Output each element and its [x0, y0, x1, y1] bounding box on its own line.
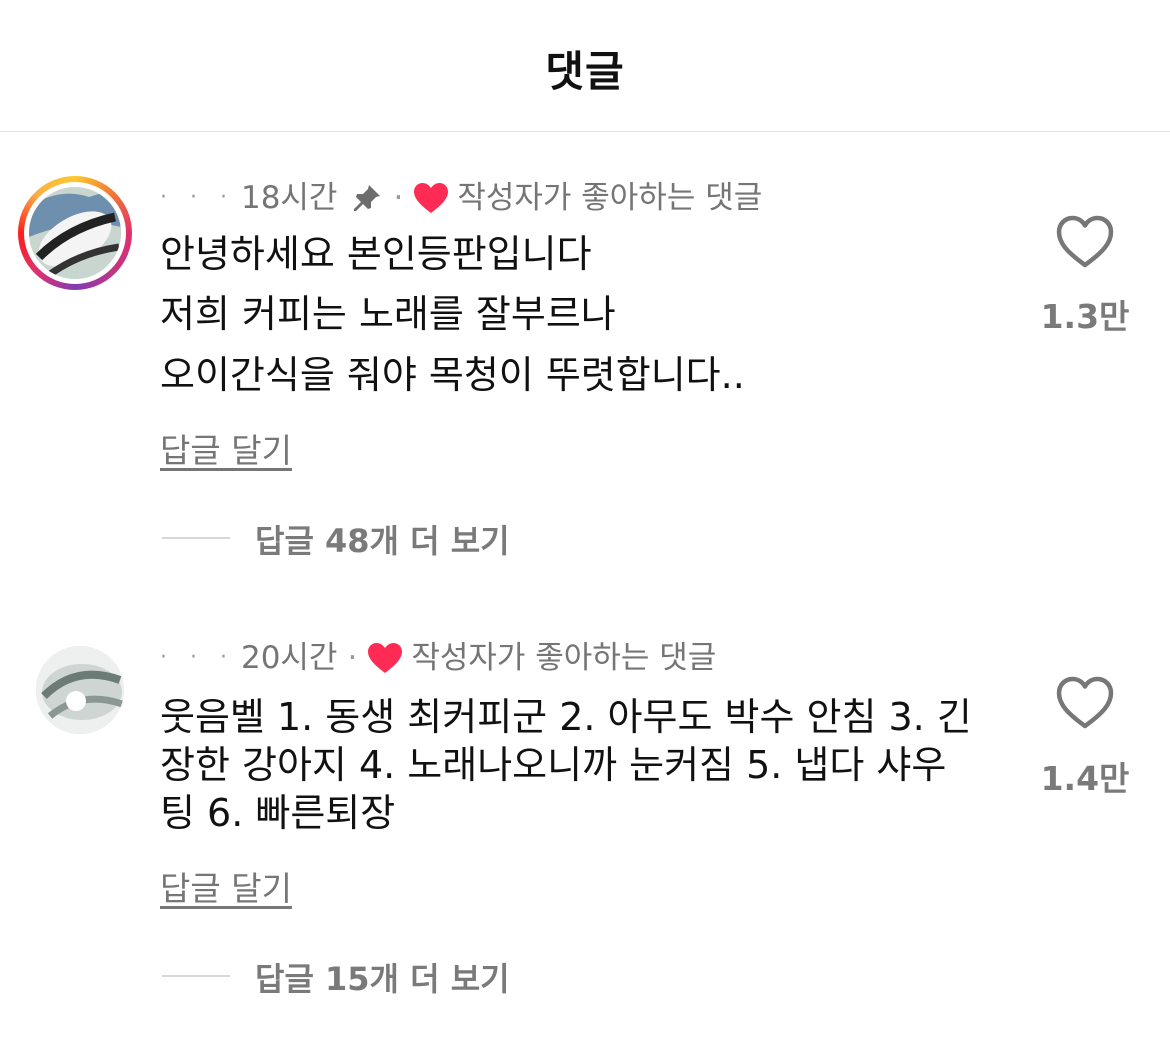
heart-outline-icon [1056, 215, 1114, 268]
comment-text-line: 장한 강아지 4. 노래나오니까 눈커짐 5. 냅다 샤우 [160, 743, 947, 787]
comment-time: 20시간 [240, 640, 338, 676]
separator-dot: · [393, 180, 404, 216]
page-title: 댓글 [545, 47, 625, 96]
username-redacted[interactable]: · · · [160, 178, 235, 218]
avatar[interactable] [30, 640, 130, 740]
heart-icon [413, 182, 457, 214]
divider [162, 537, 230, 539]
separator-dot: · [347, 640, 358, 676]
comment-meta: · · · 18시간 · 작성자가 좋아하는 댓글 [160, 178, 762, 218]
heart-icon [367, 642, 411, 674]
comment-text-line: 웃음벨 1. 동생 최커피군 2. 아무도 박수 안침 3. 긴 [160, 695, 972, 739]
comment-text-line: 오이간식을 줘야 목청이 뚜렷합니다.. [160, 353, 745, 397]
reply-button[interactable]: 답글 달기 [160, 862, 292, 910]
view-more-replies-button[interactable]: 답글 48개 더 보기 [255, 516, 510, 562]
comment-text-line: 안녕하세요 본인등판입니다 [160, 232, 592, 276]
comment-meta: · · · 20시간 · 작성자가 좋아하는 댓글 [160, 638, 716, 678]
username-redacted[interactable]: · · · [160, 638, 235, 678]
like-button[interactable] [1055, 675, 1115, 731]
avatar-image [29, 187, 121, 279]
comment-text-line: 저희 커피는 노래를 잘부르나 [160, 292, 616, 336]
reply-button[interactable]: 답글 달기 [160, 424, 292, 472]
avatar[interactable] [18, 176, 132, 290]
avatar-image [36, 646, 124, 734]
heart-outline-icon [1056, 676, 1114, 729]
like-count: 1.4만 [1040, 759, 1130, 798]
comment-text-line: 팅 6. 빠른퇴장 [160, 791, 396, 835]
like-count: 1.3만 [1040, 297, 1130, 336]
comment-time: 18시간 [240, 180, 338, 216]
liked-by-author-label: 작성자가 좋아하는 댓글 [411, 640, 717, 676]
pin-icon [337, 182, 383, 214]
view-more-replies-button[interactable]: 답글 15개 더 보기 [255, 954, 510, 1000]
like-button[interactable] [1055, 214, 1115, 270]
divider [162, 975, 230, 977]
comments-header: 댓글 [0, 0, 1170, 132]
liked-by-author-label: 작성자가 좋아하는 댓글 [457, 180, 763, 216]
